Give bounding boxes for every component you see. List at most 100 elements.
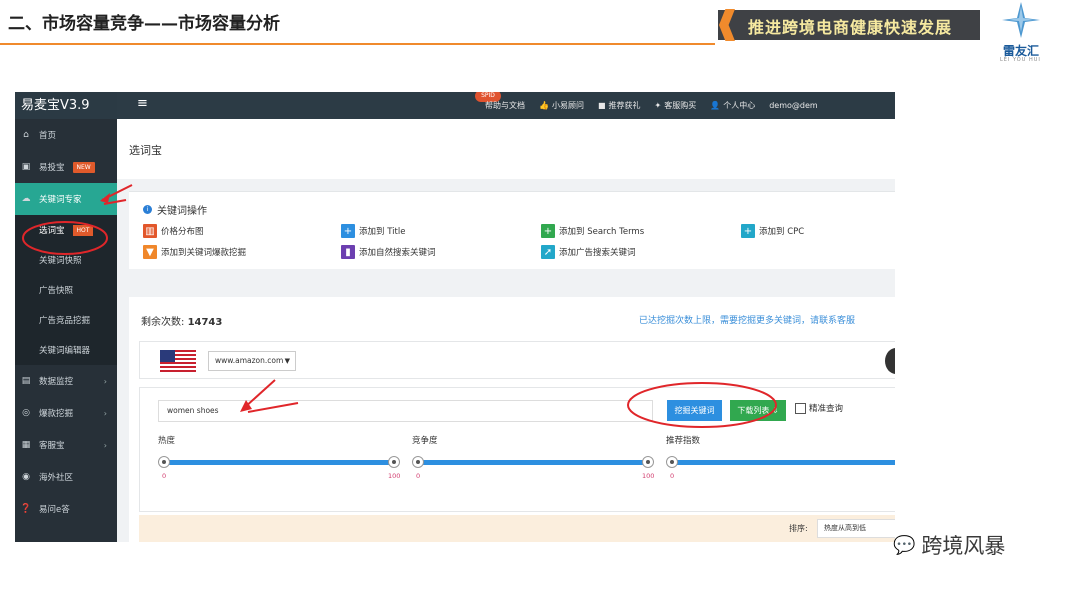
user-center-link[interactable]: 👤 个人中心 xyxy=(710,100,755,111)
recommend-slider-min-handle[interactable] xyxy=(666,456,678,468)
stats-icon: ▮ xyxy=(341,245,355,259)
op-add-ad-keyword[interactable]: ➚ 添加广告搜索关键词 xyxy=(541,245,636,259)
question-icon: ❓ xyxy=(20,504,32,514)
remaining-count: 剩余次数: 14743 xyxy=(141,317,223,328)
site-select[interactable]: www.amazon.com ▼ xyxy=(208,351,296,371)
slider-label-popularity: 热度 xyxy=(158,436,176,446)
competition-slider-track[interactable] xyxy=(418,460,650,465)
recommend-slider-track[interactable] xyxy=(672,460,895,465)
help-docs-link[interactable]: 帮助与文档 xyxy=(485,100,525,111)
competition-min-value: 0 xyxy=(416,472,421,480)
filter-icon: ▼ xyxy=(143,245,157,259)
sort-label: 排序: xyxy=(789,524,808,533)
slider-label-competition: 竞争度 xyxy=(412,436,438,446)
hot-badge: HOT xyxy=(72,224,94,236)
sidebar-sub-item-keyword-editor[interactable]: 关键词编辑器 xyxy=(15,335,117,365)
menu-toggle-icon[interactable]: ≡ xyxy=(137,96,148,111)
ops-heading: i 关键词操作 xyxy=(143,202,207,217)
title-underline xyxy=(0,43,715,45)
top-links: 帮助与文档 👍 小易顾问 ■ 推荐获礼 ✦ 客服购买 👤 个人中心 demo@dem xyxy=(485,92,818,119)
chevron-right-icon: › xyxy=(103,376,107,386)
popularity-max-value: 100 xyxy=(388,472,401,480)
floating-button[interactable] xyxy=(885,348,895,374)
sort-select[interactable]: 热度从高到低 xyxy=(817,519,895,538)
dig-keywords-button[interactable]: 挖掘关键词 xyxy=(667,400,722,421)
chevron-right-icon: › xyxy=(103,408,107,418)
search-panel: 剩余次数: 14743 已达挖掘次数上限，需要挖掘更多关键词，请联系客服 www… xyxy=(129,297,895,542)
popularity-slider-max-handle[interactable] xyxy=(388,456,400,468)
cloud-icon: ☁ xyxy=(21,194,31,204)
competition-max-value: 100 xyxy=(642,472,655,480)
advisor-link[interactable]: 👍 小易顾问 xyxy=(539,100,584,111)
competition-slider-max-handle[interactable] xyxy=(642,456,654,468)
page-title: 选词宝 xyxy=(129,144,162,157)
sidebar-item-kefubao[interactable]: ▦ 客服宝 › xyxy=(15,429,117,461)
exact-query-label: 精准查询 xyxy=(809,404,844,414)
home-icon: ⌂ xyxy=(23,130,29,140)
plus-icon: + xyxy=(541,224,555,238)
download-icon: ⇩ xyxy=(771,406,779,415)
sidebar-sub-item-ad-competitor[interactable]: 广告竞品挖掘 xyxy=(15,305,117,335)
account-link[interactable]: demo@dem xyxy=(769,101,817,110)
purchase-link[interactable]: ✦ 客服购买 xyxy=(655,100,697,111)
sidebar: ⌂ 首页 ▣ 易投宝 NEW ☁ 关键词专家 ▾ 选词宝 HOT 关键词快照 广告快照 广告… xyxy=(15,119,117,542)
popularity-slider-min-handle[interactable] xyxy=(158,456,170,468)
op-add-hot-mining[interactable]: ▼ 添加到关键词爆款挖掘 xyxy=(143,245,246,259)
op-add-cpc[interactable]: + 添加到 CPC xyxy=(741,224,804,238)
sidebar-sub-item-ad-snapshot[interactable]: 广告快照 xyxy=(15,275,117,305)
sidebar-item-overseas-community[interactable]: ◉ 海外社区 xyxy=(15,461,117,493)
new-badge: NEW xyxy=(72,161,95,173)
top-navbar: 易麦宝V3.9 ≡ SPID 帮助与文档 👍 小易顾问 ■ 推荐获礼 ✦ 客服购买 👤… xyxy=(15,92,895,119)
bar-chart-icon: ▥ xyxy=(143,224,157,238)
op-add-search-terms[interactable]: + 添加到 Search Terms xyxy=(541,224,644,238)
sidebar-item-yitoubao[interactable]: ▣ 易投宝 NEW xyxy=(15,151,117,183)
limit-notice[interactable]: 已达挖掘次数上限，需要挖掘更多关键词，请联系客服 xyxy=(639,313,855,326)
op-add-organic-keyword[interactable]: ▮ 添加自然搜索关键词 xyxy=(341,245,436,259)
op-add-title[interactable]: + 添加到 Title xyxy=(341,224,405,238)
popularity-min-value: 0 xyxy=(162,472,167,480)
app-window: 易麦宝V3.9 ≡ SPID 帮助与文档 👍 小易顾问 ■ 推荐获礼 ✦ 客服购买 👤… xyxy=(15,92,895,542)
logo-star-icon xyxy=(1002,2,1040,38)
sort-bar: 排序: 热度从高到低 xyxy=(139,515,895,542)
page-header: 选词宝 xyxy=(117,119,895,179)
keyword-search-box: women shoes 挖掘关键词 下载列表 ⇩ 精准查询 热度 竞争度 推荐指… xyxy=(139,387,895,512)
keyword-input[interactable]: women shoes xyxy=(158,400,653,422)
slogan-text: 推进跨境电商健康快速发展 xyxy=(748,18,953,37)
main-content: 选词宝 i 关键词操作 ▥ 价格分布图 + 添加到 Title + 添加到 Search… xyxy=(117,119,895,542)
chevron-right-icon: › xyxy=(103,440,107,450)
keyword-ops-panel: i 关键词操作 ▥ 价格分布图 + 添加到 Title + 添加到 Search Ter… xyxy=(129,191,895,269)
recommend-min-value: 0 xyxy=(670,472,675,480)
site-selector-box: www.amazon.com ▼ xyxy=(139,341,895,379)
sidebar-sub-item-keyword-snapshot[interactable]: 关键词快照 xyxy=(15,245,117,275)
globe-icon: ◉ xyxy=(22,472,30,482)
briefcase-icon: ▣ xyxy=(21,162,31,172)
watermark: 💬 跨境风暴 xyxy=(893,534,1006,558)
info-icon: i xyxy=(143,205,152,214)
slider-label-recommend: 推荐指数 xyxy=(666,436,701,446)
op-price-distribution[interactable]: ▥ 价格分布图 xyxy=(143,224,204,238)
caret-down-icon: ▼ xyxy=(284,357,290,365)
download-list-button[interactable]: 下载列表 ⇩ xyxy=(730,400,786,421)
rocket-icon: ➚ xyxy=(541,245,555,259)
app-brand[interactable]: 易麦宝V3.9 xyxy=(15,92,117,119)
gift-icon: ■ xyxy=(597,101,606,110)
sidebar-sub-item-xuancibao[interactable]: 选词宝 HOT xyxy=(15,215,117,245)
sidebar-item-hot-mining[interactable]: ◎ 爆款挖掘 › xyxy=(15,397,117,429)
user-icon: 👤 xyxy=(710,101,721,110)
sidebar-item-monitor[interactable]: ▤ 数据监控 › xyxy=(15,365,117,397)
chevron-down-icon: ▾ xyxy=(102,194,107,204)
competition-slider-min-handle[interactable] xyxy=(412,456,424,468)
sidebar-item-home[interactable]: ⌂ 首页 xyxy=(15,119,117,151)
dropbox-icon: ✦ xyxy=(654,101,662,110)
target-icon: ◎ xyxy=(22,408,30,418)
wechat-icon: 💬 xyxy=(893,534,916,556)
plus-icon: + xyxy=(341,224,355,238)
box-icon: ▦ xyxy=(21,440,31,450)
exact-query-checkbox[interactable] xyxy=(795,403,806,414)
referral-link[interactable]: ■ 推荐获礼 xyxy=(598,100,641,111)
sidebar-item-keyword-expert[interactable]: ☁ 关键词专家 ▾ xyxy=(15,183,117,215)
sidebar-item-qa[interactable]: ❓ 易问e答 xyxy=(15,493,117,525)
us-flag-icon xyxy=(160,350,196,372)
popularity-slider-track[interactable] xyxy=(164,460,396,465)
logo-subtext: LEI YOU HUI xyxy=(1000,57,1041,63)
